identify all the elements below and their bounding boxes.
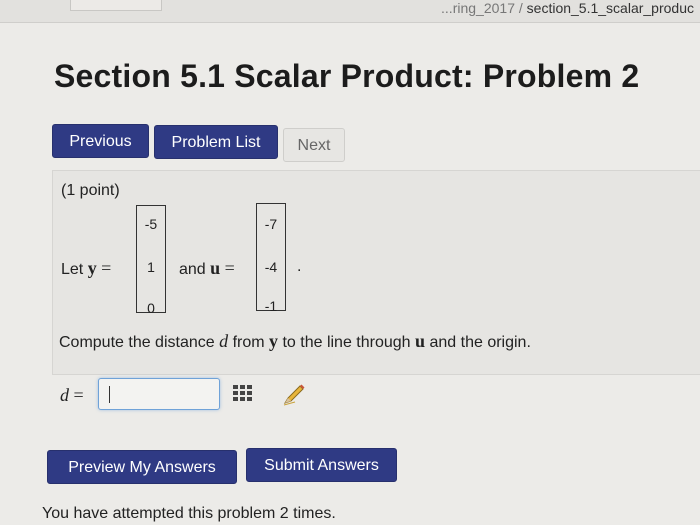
vector-y: -5 1 0 (136, 205, 166, 316)
attempts-status: You have attempted this problem 2 times. (42, 505, 336, 522)
vector-u-entry: -7 (264, 216, 278, 232)
question-part3: to the line through (282, 334, 411, 351)
question-part4: and the origin. (429, 334, 531, 351)
answer-label: d = (60, 385, 84, 406)
vector-y-entry: 0 (147, 300, 155, 316)
problem-list-button[interactable]: Problem List (154, 125, 278, 159)
question-part1: Compute the distance (59, 334, 215, 351)
let-label: Let (61, 261, 84, 278)
vector-y-entry: 1 (147, 259, 155, 275)
submit-answers-button[interactable]: Submit Answers (246, 448, 397, 482)
and-label: and (179, 261, 206, 278)
and-expression: and u = (179, 258, 235, 279)
period: . (297, 258, 302, 275)
browser-tab-strip: ...ring_2017 / section_5.1_scalar_produc (0, 0, 700, 23)
preview-answers-button[interactable]: Preview My Answers (47, 450, 237, 484)
next-button[interactable]: Next (283, 128, 345, 162)
vector-u-entry: -4 (264, 259, 278, 275)
let-expression: Let y = (61, 258, 111, 279)
previous-button[interactable]: Previous (52, 124, 149, 158)
question-y: y (269, 331, 279, 351)
page-title: Section 5.1 Scalar Product: Problem 2 (54, 58, 640, 94)
y-variable: y (87, 258, 97, 278)
vector-u: -7 -4 -1 (256, 203, 286, 314)
question-d: d (219, 331, 229, 351)
vector-y-entry: -5 (144, 216, 158, 232)
answer-label-eq: = (73, 385, 84, 405)
equals-sign: = (101, 258, 112, 278)
problem-points: (1 point) (61, 182, 120, 199)
answer-input[interactable] (98, 378, 220, 410)
grid-icon[interactable] (233, 385, 255, 401)
u-variable: u (210, 258, 221, 278)
breadcrumb: ...ring_2017 / section_5.1_scalar_produc (441, 0, 694, 16)
equals-sign: = (224, 258, 235, 278)
breadcrumb-current: section_5.1_scalar_produc (526, 0, 694, 16)
vector-u-entry: -1 (264, 298, 278, 314)
browser-tab[interactable] (70, 0, 162, 11)
answer-label-var: d (60, 385, 69, 405)
breadcrumb-prefix[interactable]: ...ring_2017 / (441, 0, 523, 16)
pencil-icon[interactable] (279, 381, 307, 409)
question-text: Compute the distance d from y to the lin… (59, 331, 531, 352)
question-u: u (415, 331, 426, 351)
text-caret (109, 386, 110, 403)
question-part2: from (232, 334, 265, 351)
